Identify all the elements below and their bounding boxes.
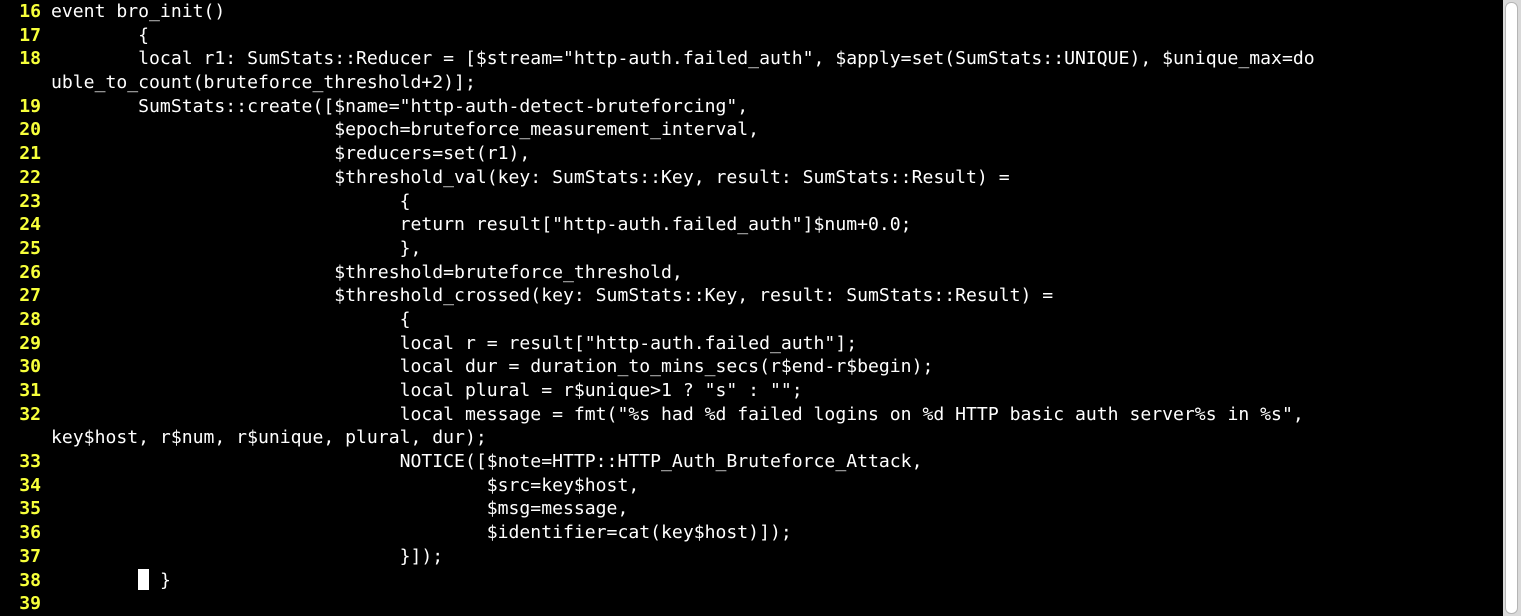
code-text[interactable]: $threshold_val(key: SumStats::Key, resul… [51, 166, 1009, 190]
code-line: 24 return result["http-auth.failed_auth"… [0, 213, 1502, 237]
code-line: 28 { [0, 308, 1502, 332]
line-number: 32 [19, 403, 41, 425]
code-text[interactable]: $threshold_crossed(key: SumStats::Key, r… [51, 284, 1053, 308]
code-line: 30 local dur = duration_to_mins_secs(r$e… [0, 355, 1502, 379]
line-number: 33 [19, 451, 41, 473]
code-text[interactable]: $threshold=bruteforce_threshold, [51, 261, 683, 285]
line-number: 22 [19, 166, 41, 188]
line-number: 16 [19, 1, 41, 22]
code-text[interactable]: { [51, 24, 149, 48]
code-line: 27 $threshold_crossed(key: SumStats::Key… [0, 284, 1502, 308]
code-text[interactable]: $reducers=set(r1), [51, 142, 530, 166]
code-text[interactable]: { [51, 190, 411, 214]
code-line: 33 NOTICE([$note=HTTP::HTTP_Auth_Brutefo… [0, 450, 1502, 474]
line-number: 31 [19, 380, 41, 401]
code-line: 26 $threshold=bruteforce_threshold, [0, 261, 1502, 285]
code-line-wrap: key$host, r$num, r$unique, plural, dur); [0, 426, 1502, 450]
code-line: 29 local r = result["http-auth.failed_au… [0, 332, 1502, 356]
code-text-with-cursor[interactable]: } [51, 568, 171, 593]
code-text[interactable]: }, [51, 237, 422, 261]
code-line: 35 $msg=message, [0, 497, 1502, 521]
line-number: 29 [19, 332, 41, 354]
code-line: 39 [0, 592, 1502, 616]
line-number: 28 [19, 308, 41, 330]
code-text[interactable]: local r1: SumStats::Reducer = [$stream="… [51, 47, 1315, 71]
line-number: 37 [19, 545, 41, 567]
code-editor[interactable]: 16 event bro_init() 17 { 18 local r1: Su… [0, 0, 1502, 616]
line-number: 18 [19, 48, 41, 70]
line-number: 21 [19, 143, 41, 165]
code-text[interactable]: local dur = duration_to_mins_secs(r$end-… [51, 355, 934, 379]
code-line: 23 { [0, 190, 1502, 214]
code-text[interactable]: event bro_init() [51, 0, 225, 24]
code-text[interactable]: SumStats::create([$name="http-auth-detec… [51, 95, 748, 119]
code-line: 19 SumStats::create([$name="http-auth-de… [0, 95, 1502, 119]
code-line: 20 $epoch=bruteforce_measurement_interva… [0, 118, 1502, 142]
line-number: 25 [19, 237, 41, 259]
line-number: 26 [19, 261, 41, 283]
code-line: 37 }]); [0, 545, 1502, 569]
vertical-scrollbar-thumb[interactable] [1505, 2, 1518, 614]
code-line: 36 $identifier=cat(key$host)]); [0, 521, 1502, 545]
line-number: 38 [19, 569, 41, 591]
code-line: 16 event bro_init() [0, 0, 1502, 24]
code-text[interactable]: uble_to_count(bruteforce_threshold+2)]; [51, 71, 476, 95]
code-text[interactable]: $epoch=bruteforce_measurement_interval, [51, 118, 759, 142]
code-line: 21 $reducers=set(r1), [0, 142, 1502, 166]
code-line: 17 { [0, 24, 1502, 48]
code-line: 25 }, [0, 237, 1502, 261]
code-line: 22 $threshold_val(key: SumStats::Key, re… [0, 166, 1502, 190]
line-number: 34 [19, 474, 41, 496]
line-number: 36 [19, 522, 41, 544]
code-line: 34 $src=key$host, [0, 474, 1502, 498]
code-text[interactable]: return result["http-auth.failed_auth"]$n… [51, 213, 912, 237]
line-number: 35 [19, 498, 41, 520]
code-text[interactable]: { [51, 308, 411, 332]
code-text[interactable]: NOTICE([$note=HTTP::HTTP_Auth_Bruteforce… [51, 450, 923, 474]
code-text[interactable]: local plural = r$unique>1 ? "s" : ""; [51, 379, 803, 403]
code-text[interactable]: $msg=message, [51, 497, 629, 521]
line-number: 30 [19, 356, 41, 378]
line-number: 17 [19, 24, 41, 46]
code-line: 31 local plural = r$unique>1 ? "s" : ""; [0, 379, 1502, 403]
code-line-wrap: uble_to_count(bruteforce_threshold+2)]; [0, 71, 1502, 95]
code-text[interactable]: local message = fmt("%s had %d failed lo… [51, 403, 1304, 427]
code-text[interactable]: }]); [51, 545, 444, 569]
line-number: 39 [19, 593, 41, 615]
code-line-cursor: 38 } [0, 568, 1502, 593]
code-text[interactable]: $src=key$host, [51, 474, 640, 498]
code-line: 18 local r1: SumStats::Reducer = [$strea… [0, 47, 1502, 71]
code-line: 32 local message = fmt("%s had %d failed… [0, 403, 1502, 427]
cursor-line-text: } [149, 569, 171, 591]
code-text[interactable]: $identifier=cat(key$host)]); [51, 521, 792, 545]
line-number: 24 [19, 214, 41, 236]
text-cursor [138, 568, 150, 590]
code-text[interactable]: local r = result["http-auth.failed_auth"… [51, 332, 858, 356]
line-number: 27 [19, 285, 41, 307]
line-number: 23 [19, 190, 41, 212]
cursor-indent [51, 570, 138, 591]
terminal-window[interactable]: 16 event bro_init() 17 { 18 local r1: Su… [0, 0, 1521, 616]
line-number: 20 [19, 119, 41, 141]
code-text[interactable]: key$host, r$num, r$unique, plural, dur); [51, 426, 487, 450]
line-number: 19 [19, 95, 41, 117]
